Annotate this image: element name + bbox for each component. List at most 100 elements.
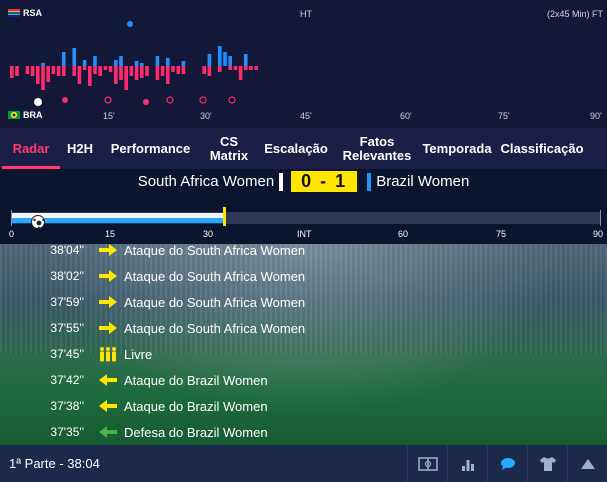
momentum-bar-south-africa <box>88 66 92 86</box>
momentum-bar-south-africa <box>51 66 56 74</box>
event-feed: 38'04'' Ataque do South Africa Women 38'… <box>0 244 607 445</box>
minute-label: 30' <box>200 111 212 121</box>
momentum-bar-south-africa <box>108 66 113 72</box>
event-row: 38'04'' Ataque do South Africa Women <box>0 244 607 263</box>
event-text: Ataque do South Africa Women <box>124 268 306 284</box>
momentum-bar-south-africa <box>207 66 212 76</box>
momentum-event-marker <box>166 96 174 104</box>
event-time: 37'59'' <box>50 295 84 309</box>
momentum-bar-south-africa <box>166 66 170 84</box>
event-text: Ataque do Brazil Women <box>124 372 268 388</box>
arrow-right-icon <box>98 294 118 310</box>
match-period: 1ª Parte - 38:04 <box>9 456 100 471</box>
event-text: Ataque do South Africa Women <box>124 320 306 336</box>
momentum-bar-south-africa <box>114 66 118 84</box>
momentum-bar-south-africa <box>46 66 50 82</box>
bottom-bar: 1ª Parte - 38:04 <box>0 445 607 482</box>
event-text: Ataque do Brazil Women <box>124 398 268 414</box>
momentum-bar-south-africa <box>77 66 82 84</box>
pitch-icon[interactable] <box>407 445 447 482</box>
momentum-bar-brazil <box>119 56 123 66</box>
momentum-bar-south-africa <box>233 66 238 70</box>
tab-h2h[interactable]: H2H <box>62 128 98 169</box>
momentum-bar-south-africa <box>15 66 19 76</box>
tab-classificacao[interactable]: Classificação <box>497 128 587 169</box>
momentum-bar-brazil <box>207 54 212 66</box>
momentum-bar-south-africa <box>171 66 175 72</box>
home-team-label: RSA <box>8 8 42 18</box>
tab-cs-matrix[interactable]: CS Matrix <box>203 128 255 169</box>
tab-performance[interactable]: Performance <box>98 128 203 169</box>
momentum-event-marker <box>127 21 133 27</box>
momentum-bar-south-africa <box>82 66 87 70</box>
ball-icon <box>31 215 45 230</box>
event-text: Defesa do Brazil Women <box>124 424 268 440</box>
timeline-tick: 75 <box>496 229 507 239</box>
momentum-bar-south-africa <box>41 66 45 90</box>
match-score: 0 - 1 <box>291 171 358 192</box>
event-time: 37'42'' <box>50 373 84 387</box>
momentum-bar-brazil <box>72 48 76 66</box>
arrow-left-icon <box>98 424 118 440</box>
up-arrow-icon[interactable] <box>567 445 607 482</box>
arrow-left-icon <box>98 372 118 388</box>
momentum-bar-south-africa <box>98 66 102 76</box>
arrow-left-icon <box>98 398 118 414</box>
momentum-bar-brazil <box>155 56 160 66</box>
momentum-bar-south-africa <box>62 66 66 76</box>
home-color-marker <box>279 172 284 191</box>
minute-label: 15' <box>103 111 115 121</box>
minute-label: 90' <box>590 111 602 121</box>
momentum-event-marker <box>143 99 149 105</box>
momentum-graph <box>10 21 258 106</box>
event-time: 37'38'' <box>50 399 84 413</box>
momentum-bar-brazil <box>114 60 118 66</box>
momentum-bar-south-africa <box>145 66 149 76</box>
event-time: 37'45'' <box>50 347 84 361</box>
timeline-tick: 30 <box>203 229 214 239</box>
minute-label: 60' <box>400 111 412 121</box>
momentum-bar-brazil <box>181 61 186 66</box>
momentum-bar-south-africa <box>202 66 206 74</box>
event-text: Livre <box>124 346 153 362</box>
momentum-bar-south-africa <box>25 66 30 74</box>
momentum-bar-south-africa <box>238 66 243 80</box>
momentum-bar-south-africa <box>218 66 222 72</box>
ht-label: HT <box>300 9 312 19</box>
momentum-bar-south-africa <box>244 66 248 70</box>
momentum-bar-brazil <box>62 52 66 66</box>
momentum-event-marker <box>228 96 236 104</box>
players-icon <box>98 346 118 362</box>
momentum-bar-brazil <box>166 58 170 66</box>
momentum-bar-south-africa <box>103 66 108 70</box>
momentum-bar-south-africa <box>176 66 180 74</box>
tab-bar: Radar H2H Performance CS Matrix Escalaçã… <box>0 128 607 169</box>
event-row: 37'45'' Livre <box>0 341 607 367</box>
momentum-bar-brazil <box>41 63 45 66</box>
momentum-bar-south-africa <box>140 66 144 78</box>
tab-radar[interactable]: Radar <box>0 128 62 169</box>
shirt-icon[interactable] <box>527 445 567 482</box>
timeline-tick: 0 <box>9 229 15 239</box>
momentum-bar-south-africa <box>181 66 186 74</box>
momentum-bar-south-africa <box>160 66 165 76</box>
momentum-bar-south-africa <box>155 66 160 80</box>
tab-temporada[interactable]: Temporada <box>417 128 497 169</box>
scoreboard: South Africa Women 0 - 1 Brazil Women <box>0 169 607 194</box>
event-row: 38'02'' Ataque do South Africa Women <box>0 263 607 289</box>
event-text: Ataque do South Africa Women <box>124 244 306 258</box>
event-row: 37'38'' Ataque do Brazil Women <box>0 393 607 419</box>
event-row: 37'35'' Defesa do Brazil Women <box>0 419 607 445</box>
match-timeline: 0 15 30 INT 60 75 90 <box>0 194 607 244</box>
momentum-event-marker <box>104 96 112 104</box>
timeline-tick: INT <box>297 229 312 239</box>
event-time: 38'04'' <box>50 244 84 257</box>
momentum-chart: RSA BRA HT (2x45 Min) FT 15' 30' 45' 60'… <box>0 0 607 128</box>
tab-fatos-relevantes[interactable]: Fatos Relevantes <box>337 128 417 169</box>
stats-icon[interactable] <box>447 445 487 482</box>
tab-escalacao[interactable]: Escalação <box>255 128 337 169</box>
event-time: 37'55'' <box>50 321 84 335</box>
momentum-bar-south-africa <box>119 66 123 80</box>
chat-icon[interactable] <box>487 445 527 482</box>
arrow-right-icon <box>98 320 118 336</box>
